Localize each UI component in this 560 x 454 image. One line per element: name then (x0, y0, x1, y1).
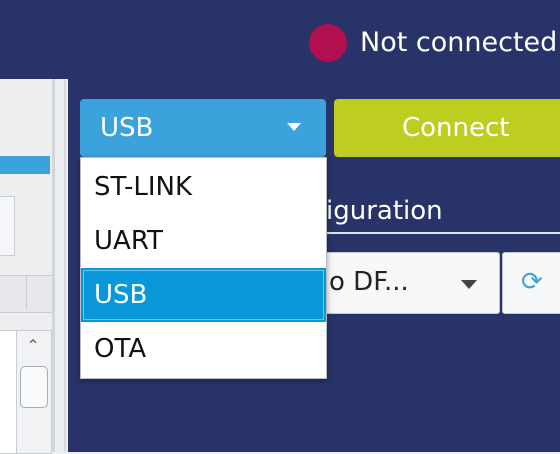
left-panel-field[interactable] (0, 196, 15, 256)
port-select-value: o DF... (329, 267, 409, 297)
dropdown-option-st-link[interactable]: ST-LINK (81, 160, 326, 214)
interface-dropdown-list: ST-LINK UART USB OTA (80, 157, 327, 379)
connect-button[interactable]: Connect (334, 99, 560, 157)
panel-divider[interactable] (52, 79, 55, 452)
connection-status-text: Not connected (360, 27, 558, 58)
refresh-button[interactable]: ⟳ (502, 252, 560, 314)
interface-select[interactable]: USB (80, 99, 326, 157)
scrollbar-thumb[interactable] (20, 366, 48, 408)
refresh-icon: ⟳ (521, 267, 543, 297)
chevron-down-icon (461, 280, 477, 289)
tab-configuration[interactable]: iguration (326, 193, 443, 229)
dropdown-option-uart[interactable]: UART (81, 214, 326, 268)
dropdown-option-usb[interactable]: USB (81, 268, 326, 322)
interface-select-value: USB (100, 113, 154, 143)
left-panel-tab-separator (26, 276, 27, 310)
tab-underline (326, 232, 560, 234)
connect-button-label: Connect (402, 113, 510, 143)
scroll-up-arrow-icon[interactable]: ⌃ (16, 335, 50, 357)
connection-status-indicator (309, 24, 347, 62)
dropdown-option-ota[interactable]: OTA (81, 322, 326, 376)
chevron-down-icon (287, 123, 301, 131)
panel-divider-edge (64, 79, 66, 452)
port-select[interactable]: o DF... (318, 252, 500, 314)
left-panel-highlight (0, 156, 50, 174)
